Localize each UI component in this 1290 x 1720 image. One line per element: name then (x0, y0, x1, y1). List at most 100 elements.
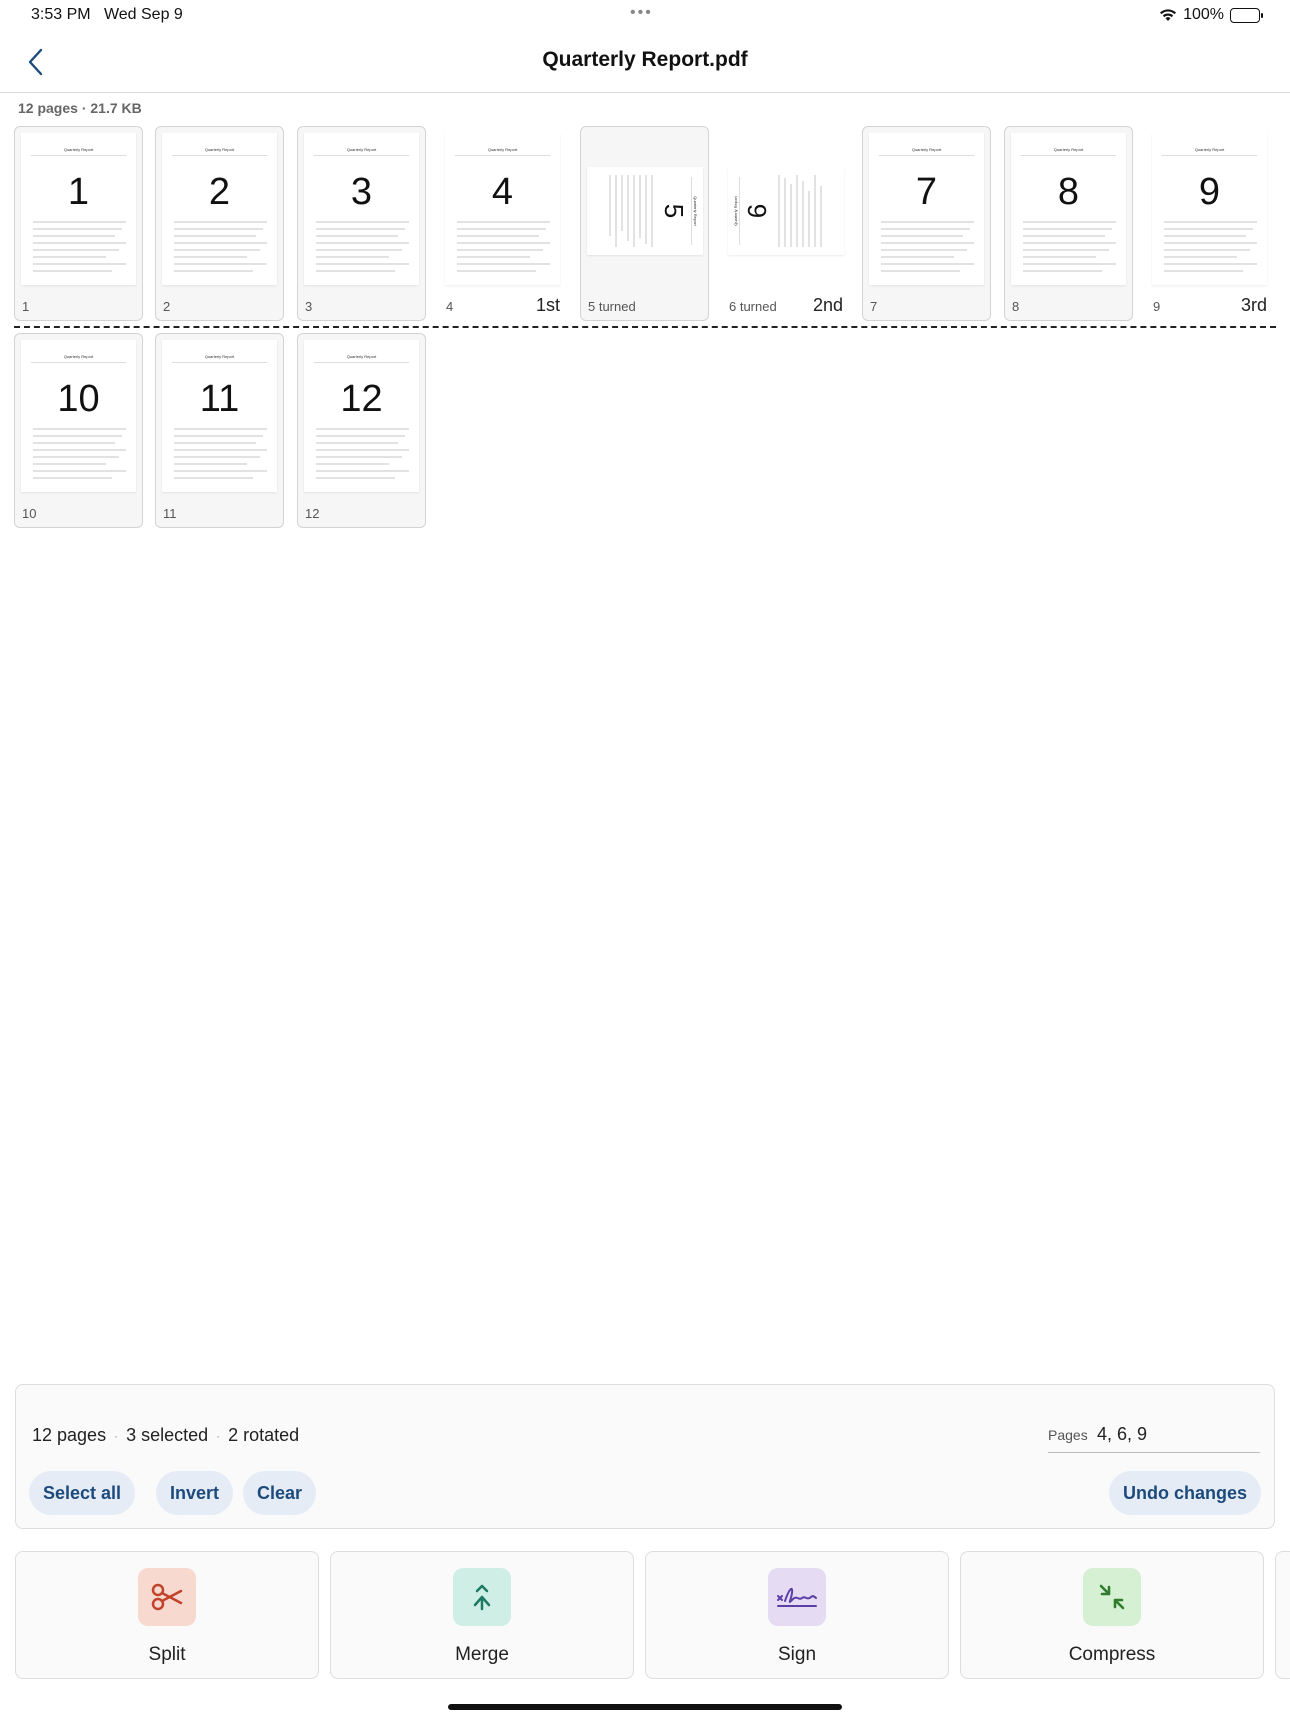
wifi-icon (1160, 9, 1177, 21)
total-pages: 12 pages (32, 1425, 107, 1445)
page-preview-rule (314, 155, 409, 156)
page-preview-rule (879, 155, 974, 156)
status-bar: 3:53 PM Wed Sep 9 ••• 100% (0, 0, 1290, 30)
selection-order-badge: 1st (535, 295, 560, 315)
sign-button[interactable]: Sign (645, 1551, 949, 1679)
navigation-bar: Quarterly Report.pdf (0, 30, 1290, 93)
page-preview: Quarterly Report 3 (304, 133, 419, 285)
page-preview-rule (31, 362, 126, 363)
split-label: Split (148, 1644, 186, 1665)
page-preview-lines (316, 428, 409, 484)
page-preview-rule (31, 155, 126, 156)
compress-icon (1083, 1568, 1141, 1626)
page-label: 4 (446, 299, 454, 314)
page-preview: Quarterly Report 2 (162, 133, 277, 285)
status-indicators: 100% (1159, 6, 1263, 24)
selected-count: 3 selected (126, 1425, 209, 1445)
page-preview-lines (174, 221, 267, 277)
page-thumbnail[interactable]: Quarterly Report 10 10 (14, 333, 143, 528)
page-preview-number: 2 (208, 171, 231, 213)
page-thumbnail[interactable]: Quarterly Report 9 9 3rd (1145, 126, 1274, 321)
signature-icon (768, 1568, 826, 1626)
page-thumbnail[interactable]: Quarterly Report 4 4 1st (438, 126, 567, 321)
page-preview-rule (314, 362, 409, 363)
page-thumbnail[interactable]: Quarterly Report 6 6 turned 2nd (721, 126, 850, 321)
page-preview-title: Quarterly Report (911, 147, 942, 152)
page-preview-title: Quarterly Report (63, 147, 94, 152)
page-preview: Quarterly Report 8 (1011, 133, 1126, 285)
page-preview-number: 11 (199, 378, 240, 420)
split-button[interactable]: Split (15, 1551, 319, 1679)
page-preview-lines (1023, 221, 1116, 277)
page-thumbnail[interactable]: Quarterly Report 2 2 (155, 126, 284, 321)
page-label: 1 (22, 299, 30, 314)
page-preview-rule (172, 155, 267, 156)
page-preview: Quarterly Report 5 (587, 167, 703, 255)
page-preview-number: 12 (340, 378, 383, 420)
merge-button[interactable]: Merge (330, 1551, 634, 1679)
page-preview: Quarterly Report 1 (21, 133, 136, 285)
page-thumbnail[interactable]: Quarterly Report 5 5 turned (580, 126, 709, 321)
page-preview-title: Quarterly Report (1053, 147, 1084, 152)
page-thumbnail[interactable]: Quarterly Report 12 12 (297, 333, 426, 528)
page-preview-number: 4 (491, 171, 514, 213)
page-thumbnail[interactable]: Quarterly Report 3 3 (297, 126, 426, 321)
split-divider (14, 326, 1276, 328)
page-preview-number: 7 (915, 171, 938, 213)
page-preview-rule (455, 155, 550, 156)
page-preview-title: Quarterly Report (733, 196, 738, 226)
page-preview-lines (778, 175, 826, 247)
page-preview-lines (457, 221, 550, 277)
undo-changes-button[interactable]: Undo changes (1108, 1471, 1261, 1515)
page-preview-lines (174, 428, 267, 484)
home-indicator[interactable] (448, 1704, 842, 1710)
page-preview-title: Quarterly Report (346, 147, 377, 152)
page-thumbnail[interactable]: Quarterly Report 11 11 (155, 333, 284, 528)
page-preview-title: Quarterly Report (693, 196, 698, 226)
page-preview-number: 9 (1198, 171, 1221, 213)
page-preview-number: 6 (742, 203, 772, 219)
page-preview-number: 8 (1057, 171, 1080, 213)
merge-icon (453, 1568, 511, 1626)
scissors-icon (138, 1568, 196, 1626)
multitasking-dots-icon[interactable]: ••• (630, 4, 653, 22)
page-preview-number: 5 (659, 203, 689, 219)
page-preview: Quarterly Report 4 (445, 133, 560, 285)
clear-button[interactable]: Clear (243, 1471, 317, 1515)
page-label: 6 turned (729, 299, 777, 314)
page-label: 10 (22, 506, 37, 521)
page-preview: Quarterly Report 9 (1152, 133, 1267, 285)
pages-value[interactable]: 4, 6, 9 (1097, 1424, 1147, 1445)
page-preview: Quarterly Report 11 (162, 340, 277, 492)
page-preview-title: Quarterly Report (487, 147, 518, 152)
status-time: 3:53 PM Wed Sep 9 (31, 6, 183, 23)
page-preview-rule (1162, 155, 1257, 156)
page-preview-rule (691, 177, 692, 245)
page-preview-rule (1021, 155, 1116, 156)
more-tools-peek[interactable] (1275, 1551, 1290, 1679)
invert-button[interactable]: Invert (156, 1471, 234, 1515)
selection-summary: 12 pages · 3 selected · 2 rotated (32, 1425, 299, 1446)
compress-button[interactable]: Compress (960, 1551, 1264, 1679)
battery-icon (1230, 7, 1263, 23)
page-label: 11 (163, 506, 177, 521)
page-preview-lines (33, 221, 126, 277)
page-label: 3 (305, 299, 313, 314)
page-thumbnail[interactable]: Quarterly Report 7 7 (862, 126, 991, 321)
page-thumbnail[interactable]: Quarterly Report 8 8 (1004, 126, 1133, 321)
page-preview-number: 1 (67, 171, 90, 213)
page-preview-title: Quarterly Report (1194, 147, 1225, 152)
page-label: 7 (870, 299, 878, 314)
page-preview: Quarterly Report 6 (728, 167, 844, 255)
pages-field[interactable]: Pages 4, 6, 9 (1048, 1415, 1260, 1453)
page-thumbnail[interactable]: Quarterly Report 1 1 (14, 126, 143, 321)
page-label: 9 (1153, 299, 1161, 314)
page-preview-lines (881, 221, 974, 277)
select-all-button[interactable]: Select all (29, 1471, 136, 1515)
page-preview-title: Quarterly Report (63, 354, 94, 359)
separator-dot: · (216, 1428, 221, 1443)
page-preview: Quarterly Report 7 (869, 133, 984, 285)
page-preview-lines (605, 175, 653, 247)
tool-bar: Split Merge Sign Compress (15, 1551, 1290, 1679)
page-label: 8 (1012, 299, 1020, 314)
